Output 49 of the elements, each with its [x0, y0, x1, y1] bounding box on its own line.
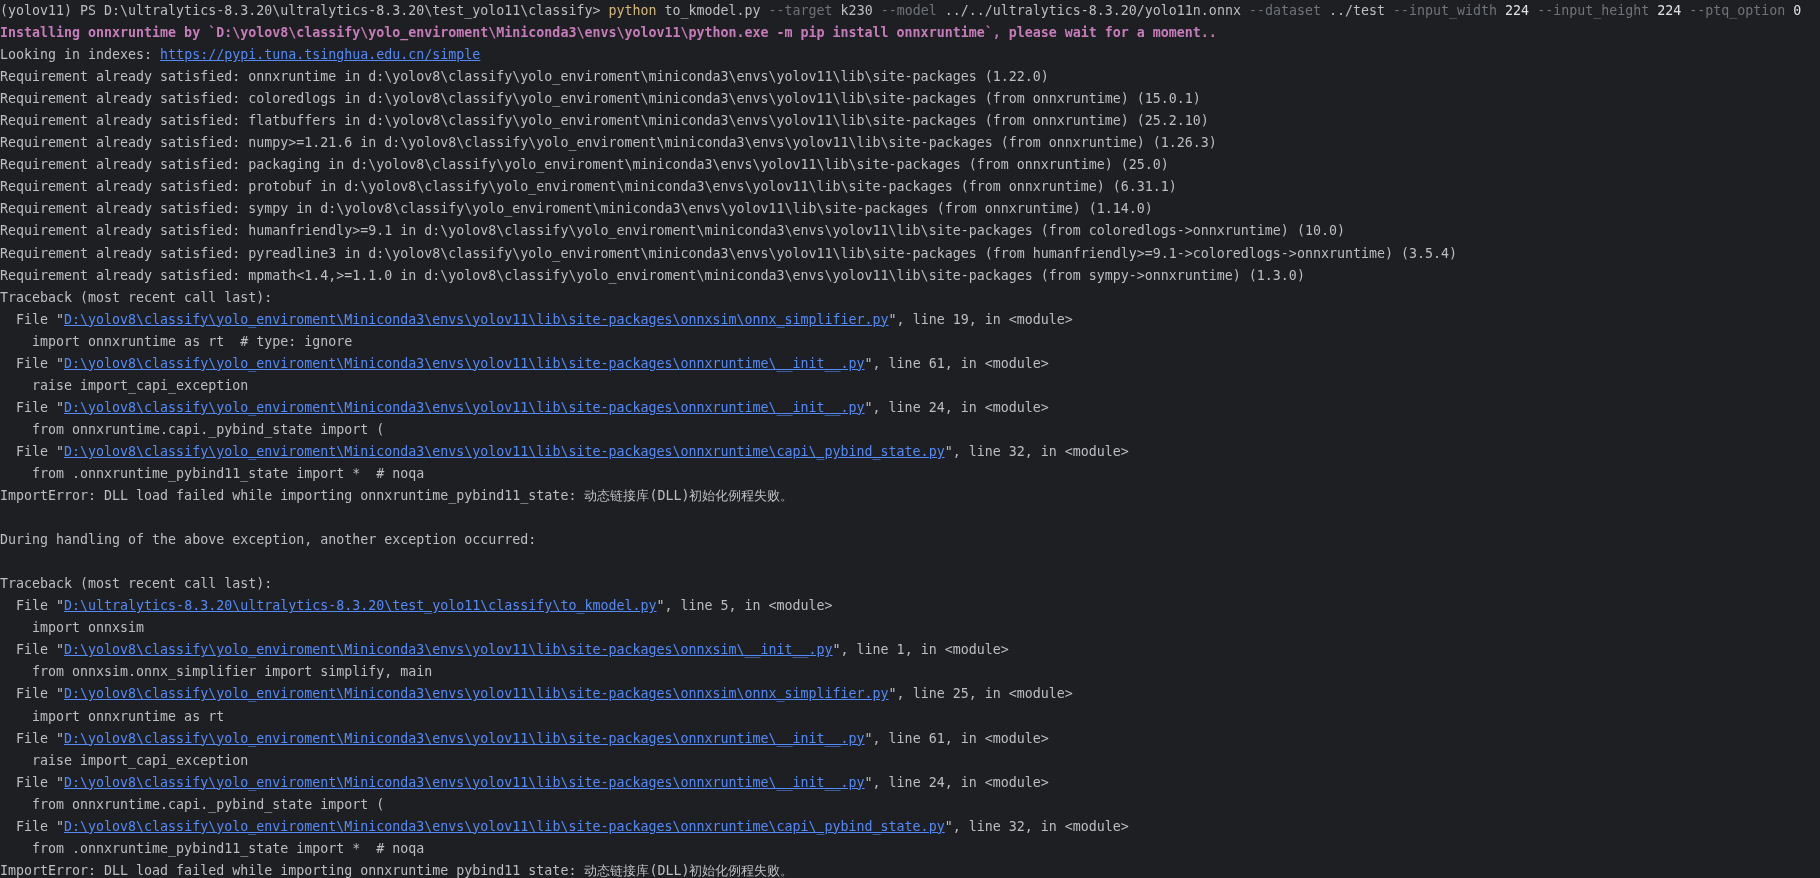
terminal-line: Requirement already satisfied: coloredlogs in d:\yolov8\classify\yolo_enviroment\miniconda3\envs\yolov11\lib\site-packages (from onnxruntime) (15.0.1)	[0, 91, 1201, 107]
terminal-line: ImportError: DLL load failed while importing onnxruntime_pybind11_state: 动态链接库(DLL)初始化例程失败。	[0, 862, 794, 878]
terminal-line: Requirement already satisfied: mpmath<1.4,>=1.1.0 in d:\yolov8\classify\yolo_enviroment\miniconda3\envs\yolov11\lib\site-packages (from sympy->onnxruntime) (1.3.0)	[0, 267, 1305, 283]
terminal-line: File "D:\yolov8\classify\yolo_enviroment\Miniconda3\envs\yolov11\lib\site-packages\onnxruntime\__init__.py", line 24, in <module>	[15, 399, 1049, 415]
terminal-line: from onnxsim.onnx_simplifier import simplify, main	[31, 664, 433, 680]
terminal-line: ImportError: DLL load failed while importing onnxruntime_pybind11_state: 动态链接库(DLL)初始化例程失败。	[0, 488, 794, 504]
terminal-line: File "D:\yolov8\classify\yolo_enviroment\Miniconda3\envs\yolov11\lib\site-packages\onnxsim\onnx_simplifier.py", line 19, in <module>	[15, 311, 1073, 327]
terminal-line: File "D:\yolov8\classify\yolo_enviroment\Miniconda3\envs\yolov11\lib\site-packages\onnxruntime\__init__.py", line 61, in <module>	[15, 730, 1049, 746]
terminal-line: Requirement already satisfied: numpy>=1.21.6 in d:\yolov8\classify\yolo_enviroment\miniconda3\envs\yolov11\lib\site-packages (from onnxruntime) (1.26.3)	[0, 135, 1217, 151]
terminal-line: from .onnxruntime_pybind11_state import * # noqa	[31, 840, 425, 856]
terminal-line: (yolov11) PS D:\ultralytics-8.3.20\ultralytics-8.3.20\test_yolo11\classify> python to_kmodel.py --target k230 --model ../../ultralytics-8.3.20/yolo11n.onnx --dataset ../test --input_width 224 --input_height 224 --ptq_option 0	[0, 3, 1802, 18]
terminal-line: import onnxruntime as rt # type: ignore	[31, 333, 353, 349]
terminal-line: Requirement already satisfied: pyreadline3 in d:\yolov8\classify\yolo_enviroment\miniconda3\envs\yolov11\lib\site-packages (from humanfriendly>=9.1->coloredlogs->onnxruntime) (3.5.4)	[0, 245, 1457, 261]
terminal-line: File "D:\yolov8\classify\yolo_enviroment\Miniconda3\envs\yolov11\lib\site-packages\onnxruntime\__init__.py", line 24, in <module>	[15, 774, 1049, 790]
terminal-line: from onnxruntime.capi._pybind_state import (	[31, 796, 385, 812]
terminal-line: raise import_capi_exception	[31, 377, 249, 393]
terminal-line: File "D:\yolov8\classify\yolo_enviroment\Miniconda3\envs\yolov11\lib\site-packages\onnxsim\__init__.py", line 1, in <module>	[15, 642, 1009, 658]
terminal-line: File "D:\yolov8\classify\yolo_enviroment\Miniconda3\envs\yolov11\lib\site-packages\onnxruntime\__init__.py", line 61, in <module>	[15, 355, 1049, 371]
file-link[interactable]: D:\yolov8\classify\yolo_enviroment\Miniconda3\envs\yolov11\lib\site-packages\onnxsim\__init__.py	[64, 642, 833, 658]
terminal-line: from .onnxruntime_pybind11_state import * # noqa	[31, 466, 425, 481]
terminal-line: Requirement already satisfied: protobuf in d:\yolov8\classify\yolo_enviroment\miniconda3\envs\yolov11\lib\site-packages (from onnxruntime) (6.31.1)	[0, 179, 1177, 195]
terminal-line: Traceback (most recent call last):	[0, 289, 273, 305]
terminal-line: Requirement already satisfied: sympy in d:\yolov8\classify\yolo_enviroment\miniconda3\envs\yolov11\lib\site-packages (from onnxruntime) (1.14.0)	[0, 201, 1153, 217]
terminal-line: Requirement already satisfied: flatbuffers in d:\yolov8\classify\yolo_enviroment\miniconda3\envs\yolov11\lib\site-packages (from onnxruntime) (25.2.10)	[0, 113, 1209, 129]
terminal-line: import onnxsim	[31, 620, 145, 636]
file-link[interactable]: D:\yolov8\classify\yolo_enviroment\Miniconda3\envs\yolov11\lib\site-packages\onnxruntime\capi\_pybind_state.py	[64, 818, 945, 834]
terminal-line: Requirement already satisfied: humanfriendly>=9.1 in d:\yolov8\classify\yolo_enviroment\miniconda3\envs\yolov11\lib\site-packages (from coloredlogs->onnxruntime) (10.0)	[0, 223, 1345, 239]
terminal-line: Requirement already satisfied: onnxruntime in d:\yolov8\classify\yolo_enviroment\miniconda3\envs\yolov11\lib\site-packages (1.22.0)	[0, 69, 1049, 85]
terminal-line: File "D:\yolov8\classify\yolo_enviroment\Miniconda3\envs\yolov11\lib\site-packages\onnxruntime\capi\_pybind_state.py", line 32, in <module>	[15, 443, 1129, 459]
terminal-line: Installing onnxruntime by `D:\yolov8\classify\yolo_enviroment\Miniconda3\envs\yolov11\python.exe -m pip install onnxruntime`, please wait for a moment..	[0, 25, 1217, 41]
terminal-line: Requirement already satisfied: packaging in d:\yolov8\classify\yolo_enviroment\miniconda3\envs\yolov11\lib\site-packages (from onnxruntime) (25.0)	[0, 157, 1169, 173]
terminal-line: During handling of the above exception, another exception occurred:	[0, 532, 537, 548]
file-link[interactable]: D:\yolov8\classify\yolo_enviroment\Miniconda3\envs\yolov11\lib\site-packages\onnxruntime\__init__.py	[64, 730, 865, 746]
file-link[interactable]: https://pypi.tuna.tsinghua.edu.cn/simple	[160, 47, 481, 63]
file-link[interactable]: D:\yolov8\classify\yolo_enviroment\Miniconda3\envs\yolov11\lib\site-packages\onnxruntime\__init__.py	[64, 399, 865, 415]
file-link[interactable]: D:\yolov8\classify\yolo_enviroment\Miniconda3\envs\yolov11\lib\site-packages\onnxsim\onnx_simplifier.py	[64, 686, 889, 702]
terminal-line: File "D:\yolov8\classify\yolo_enviroment\Miniconda3\envs\yolov11\lib\site-packages\onnxsim\onnx_simplifier.py", line 25, in <module>	[15, 686, 1073, 702]
file-link[interactable]: D:\yolov8\classify\yolo_enviroment\Miniconda3\envs\yolov11\lib\site-packages\onnxruntime\__init__.py	[64, 774, 865, 790]
terminal-line: raise import_capi_exception	[31, 752, 249, 768]
file-link[interactable]: D:\yolov8\classify\yolo_enviroment\Miniconda3\envs\yolov11\lib\site-packages\onnxruntime\capi\_pybind_state.py	[64, 443, 945, 459]
terminal-line: Looking in indexes: https://pypi.tuna.tsinghua.edu.cn/simple	[0, 47, 481, 63]
terminal-line: File "D:\ultralytics-8.3.20\ultralytics-8.3.20\test_yolo11\classify\to_kmodel.py", line 5, in <module>	[15, 598, 833, 614]
terminal-line: from onnxruntime.capi._pybind_state import (	[31, 421, 385, 437]
terminal-line: Traceback (most recent call last):	[0, 576, 273, 592]
file-link[interactable]: D:\yolov8\classify\yolo_enviroment\Miniconda3\envs\yolov11\lib\site-packages\onnxsim\onnx_simplifier.py	[64, 311, 889, 327]
file-link[interactable]: D:\ultralytics-8.3.20\ultralytics-8.3.20\test_yolo11\classify\to_kmodel.py	[64, 598, 657, 614]
file-link[interactable]: D:\yolov8\classify\yolo_enviroment\Miniconda3\envs\yolov11\lib\site-packages\onnxruntime\__init__.py	[64, 355, 865, 371]
terminal-line: File "D:\yolov8\classify\yolo_enviroment\Miniconda3\envs\yolov11\lib\site-packages\onnxruntime\capi\_pybind_state.py", line 32, in <module>	[15, 818, 1129, 834]
terminal-line: import onnxruntime as rt	[31, 708, 225, 724]
